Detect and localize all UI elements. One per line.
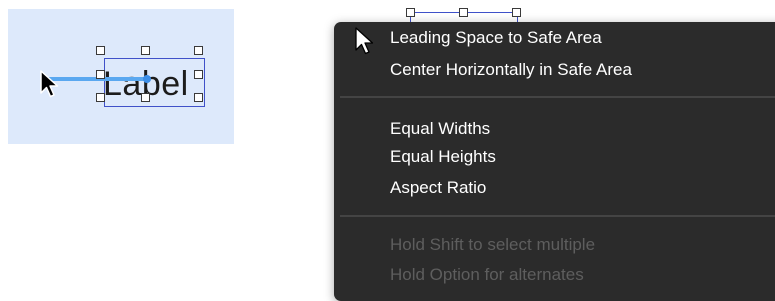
resize-handle-left[interactable] (96, 70, 105, 79)
arrow-cursor-icon (355, 27, 374, 55)
resize-handle-bottom-right[interactable] (194, 93, 203, 102)
canvas-area[interactable]: Label (8, 9, 234, 144)
menu-separator (340, 215, 775, 217)
menu-item-equal-widths[interactable]: Equal Widths (390, 118, 490, 140)
menu-item-aspect-ratio[interactable]: Aspect Ratio (390, 177, 486, 199)
resize-handle-top[interactable] (141, 46, 150, 55)
constraint-drag-endpoint[interactable] (143, 75, 151, 83)
arrow-cursor-icon (40, 70, 59, 98)
menu-hint-shift: Hold Shift to select multiple (390, 235, 596, 254)
resize-handle-bottom[interactable] (141, 93, 150, 102)
resize-handle-top-right[interactable] (512, 8, 521, 17)
resize-handle-top-right[interactable] (194, 46, 203, 55)
menu-item-equal-heights[interactable]: Equal Heights (390, 146, 496, 168)
resize-handle-right[interactable] (194, 70, 203, 79)
menu-separator (340, 96, 775, 98)
resize-handle-top[interactable] (459, 8, 468, 17)
constraint-context-menu: Leading Space to Safe Area Center Horizo… (334, 22, 775, 301)
resize-handle-top-left[interactable] (406, 8, 415, 17)
menu-hint-option: Hold Option for alternates (390, 265, 584, 284)
menu-item-leading-space-safe-area[interactable]: Leading Space to Safe Area (390, 27, 602, 49)
resize-handle-bottom-left[interactable] (96, 93, 105, 102)
menu-item-center-horizontally-safe-area[interactable]: Center Horizontally in Safe Area (390, 59, 632, 81)
resize-handle-top-left[interactable] (96, 46, 105, 55)
